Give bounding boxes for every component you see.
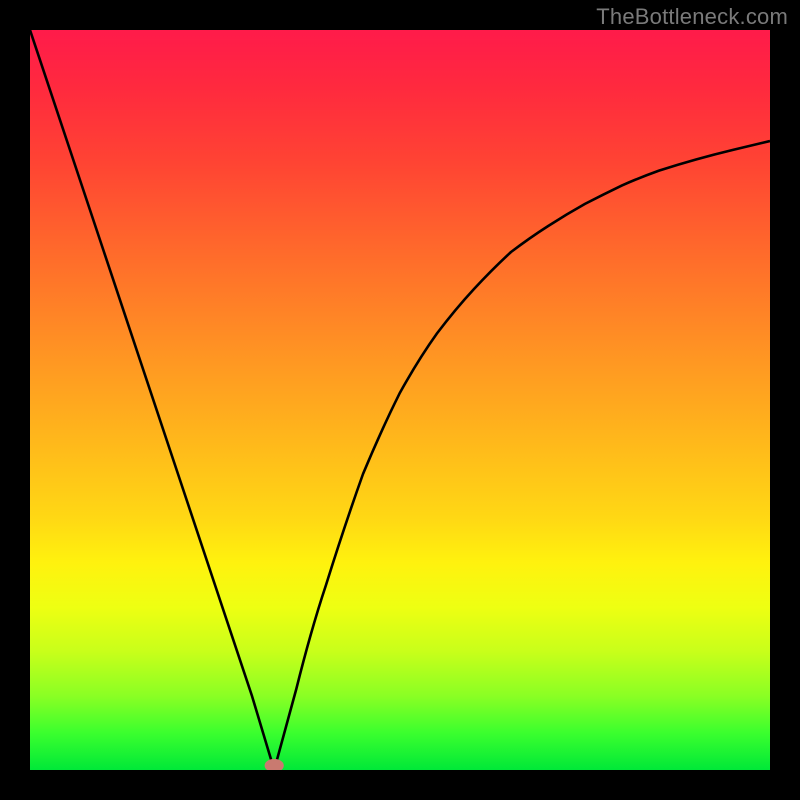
bottleneck-curve bbox=[30, 30, 770, 770]
watermark-text: TheBottleneck.com bbox=[596, 4, 788, 30]
minimum-marker bbox=[265, 759, 284, 770]
chart-frame: TheBottleneck.com bbox=[0, 0, 800, 800]
curve-right-branch bbox=[274, 141, 770, 770]
plot-area bbox=[30, 30, 770, 770]
curve-left-branch bbox=[30, 30, 274, 770]
